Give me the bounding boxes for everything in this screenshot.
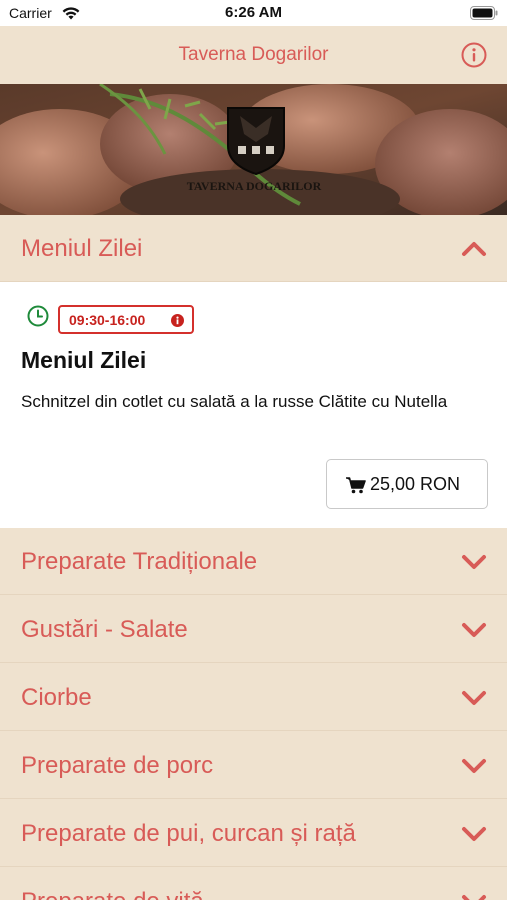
chevron-down-icon [462,555,486,569]
item-title: Meniul Zilei [21,347,147,373]
section-label: Preparate de porc [21,752,214,779]
section-header-preparate-vita[interactable]: Preparate de vită [0,868,507,900]
status-time: 6:26 AM [225,4,282,21]
crest-logo [227,107,285,176]
hours-badge[interactable]: 09:30-16:00 [58,305,194,334]
section-label: Preparate de vită [21,888,204,900]
clock-icon [27,305,49,327]
hero-image: TAVERNA DOGARILOR [0,84,507,215]
section-label: Meniul Zilei [21,235,143,262]
section-header-meniul-zilei[interactable]: Meniul Zilei [0,215,507,282]
daily-menu-card: 09:30-16:00 Meniul Zilei Schnitzel din c… [0,282,507,528]
section-header-ciorbe[interactable]: Ciorbe [0,664,507,731]
cart-icon [346,477,366,494]
info-icon [171,314,184,327]
section-header-preparate-traditionale[interactable]: Preparate Tradiționale [0,528,507,595]
nav-bar: Taverna Dogarilor [0,26,507,84]
section-header-gustari-salate[interactable]: Gustări - Salate [0,596,507,663]
section-header-preparate-pui[interactable]: Preparate de pui, curcan și rață [0,800,507,867]
hours-text: 09:30-16:00 [69,312,146,328]
chevron-down-icon [462,827,486,841]
add-to-cart-button[interactable]: 25,00 RON [326,459,488,509]
hero-banner: TAVERNA DOGARILOR [0,84,507,215]
chevron-down-icon [462,623,486,637]
section-label: Ciorbe [21,684,92,711]
section-label: Preparate Tradiționale [21,548,258,575]
battery-icon [470,6,498,20]
status-bar: Carrier 6:26 AM [0,0,507,26]
chevron-down-icon [462,895,486,900]
chevron-down-icon [462,691,486,705]
chevron-down-icon [462,759,486,773]
section-header-preparate-porc[interactable]: Preparate de porc [0,732,507,799]
section-label: Gustări - Salate [21,616,188,643]
hero-logo-text: TAVERNA DOGARILOR [187,179,322,193]
chevron-up-icon [462,242,486,256]
item-description: Schnitzel din cotlet cu salată a la russ… [21,392,448,411]
section-label: Preparate de pui, curcan și rață [21,820,356,847]
price-label: 25,00 RON [370,474,461,494]
page-title: Taverna Dogarilor [178,44,329,65]
info-icon[interactable] [461,42,487,68]
